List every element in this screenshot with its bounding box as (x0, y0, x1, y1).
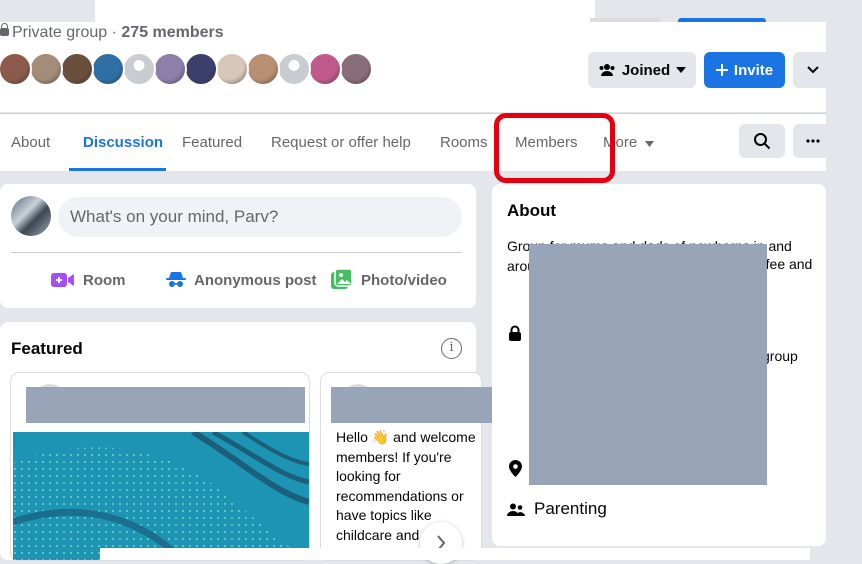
more-options-button[interactable] (793, 124, 833, 158)
member-avatar[interactable] (215, 52, 249, 86)
group-search-button[interactable] (739, 124, 785, 158)
member-avatars[interactable] (0, 52, 373, 86)
plus-icon (715, 64, 728, 76)
anonymous-post-button[interactable]: Anonymous post (166, 266, 317, 294)
composer-divider (11, 252, 462, 253)
group-category: Parenting (534, 499, 607, 518)
member-avatar[interactable] (339, 52, 373, 86)
member-avatar[interactable] (0, 52, 32, 86)
lock-icon (509, 325, 521, 341)
joined-button[interactable]: Joined (588, 52, 696, 88)
people-icon (507, 503, 525, 516)
member-count[interactable]: 275 members (121, 24, 223, 41)
photo-video-label: Photo/video (361, 271, 447, 289)
redacted-author-name (26, 387, 305, 423)
member-avatar[interactable] (308, 52, 342, 86)
bottom-fragment (100, 548, 810, 560)
room-label: Room (83, 271, 126, 289)
redacted-about-content (529, 244, 767, 485)
joined-label: Joined (621, 61, 671, 79)
featured-title: Featured (11, 339, 83, 358)
member-avatar[interactable] (184, 52, 218, 86)
about-description-fragment: ffee and (762, 256, 813, 272)
search-icon (754, 133, 771, 150)
member-avatar[interactable] (246, 52, 280, 86)
member-avatar[interactable] (91, 52, 125, 86)
active-tab-indicator (69, 168, 166, 171)
info-icon[interactable]: i (441, 338, 462, 359)
photo-video-button[interactable]: Photo/video (331, 266, 447, 294)
member-avatar[interactable] (29, 52, 63, 86)
privacy-description-fragment: group (762, 348, 798, 364)
member-avatar[interactable] (122, 52, 156, 86)
members-tab-highlight (494, 113, 615, 183)
composer-input[interactable]: What's on your mind, Parv? (58, 197, 462, 237)
invite-button[interactable]: Invite (704, 52, 785, 88)
top-bar-fragment (95, 0, 595, 22)
people-icon (599, 64, 615, 76)
tab-featured[interactable]: Featured (182, 114, 242, 172)
about-title: About (507, 201, 557, 220)
caret-down-icon (676, 67, 687, 73)
lock-icon (0, 23, 9, 36)
dotted-pattern-image (13, 432, 309, 560)
caret-down-icon (645, 141, 655, 147)
anonymous-post-label: Anonymous post (194, 271, 317, 289)
member-avatar[interactable] (153, 52, 187, 86)
ellipsis-icon (806, 139, 820, 143)
group-tab-bar: About Discussion Featured Request or off… (0, 113, 826, 171)
tab-request-or-offer-help[interactable]: Request or offer help (271, 114, 411, 172)
tab-discussion[interactable]: Discussion (83, 114, 163, 172)
header-dropdown-button[interactable] (793, 52, 833, 88)
tab-about[interactable]: About (11, 114, 50, 172)
user-avatar[interactable] (11, 196, 51, 236)
anonymous-icon (166, 272, 186, 287)
member-avatar[interactable] (60, 52, 94, 86)
photo-icon (331, 269, 353, 289)
chevron-down-icon (807, 66, 819, 74)
invite-label: Invite (733, 61, 774, 79)
room-button[interactable]: Room (51, 266, 126, 294)
video-room-icon (51, 273, 74, 287)
member-avatar[interactable] (277, 52, 311, 86)
featured-card-image[interactable] (13, 432, 309, 560)
location-pin-icon (509, 460, 522, 477)
privacy-label: Private group · (12, 24, 122, 41)
tab-rooms[interactable]: Rooms (440, 114, 488, 172)
privacy-info: Private group · 275 members (0, 23, 224, 42)
